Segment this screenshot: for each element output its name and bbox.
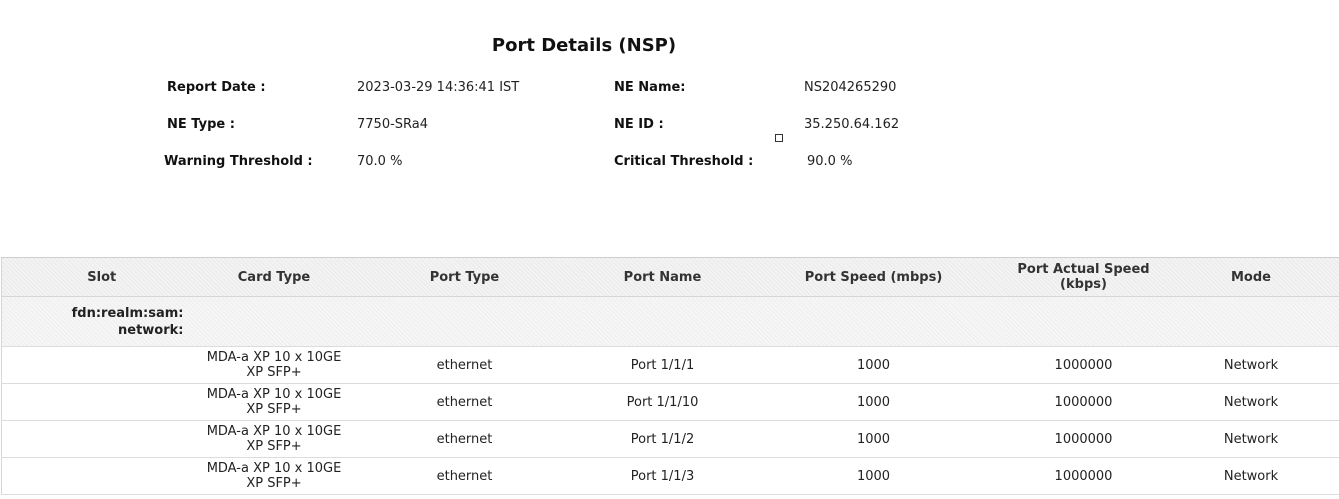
ne-type-label: NE Type :	[167, 117, 235, 132]
ne-name-label: NE Name:	[614, 80, 686, 95]
cell-port-speed: 1000	[742, 457, 1005, 495]
cell-port-speed: 1000	[742, 383, 1005, 421]
cell-mode: Network	[1162, 457, 1339, 495]
cell-port-speed: 1000	[742, 420, 1005, 458]
ne-type-value: 7750-SRa4	[357, 117, 429, 132]
table-row: MDA-a XP 10 x 10GE XP SFP+ ethernet Port…	[1, 346, 1339, 384]
critical-threshold-label: Critical Threshold :	[614, 154, 754, 169]
table-row: MDA-a XP 10 x 10GE XP SFP+ ethernet Port…	[1, 457, 1339, 495]
group-row: fdn:realm:sam: network:	[1, 296, 1339, 347]
ne-name-value: NS204265290	[804, 80, 897, 95]
header-port-name[interactable]: Port Name	[582, 257, 743, 297]
cell-card-type: MDA-a XP 10 x 10GE XP SFP+	[201, 457, 347, 495]
cell-mode: Network	[1162, 383, 1339, 421]
cell-slot	[1, 420, 202, 458]
cell-mode: Network	[1162, 420, 1339, 458]
cell-port-actual-speed: 1000000	[1004, 420, 1163, 458]
header-slot[interactable]: Slot	[1, 257, 202, 297]
cell-port-type: ethernet	[346, 383, 583, 421]
cell-slot	[1, 383, 202, 421]
group-label-line1: fdn:realm:sam:	[71, 305, 184, 321]
table-row: MDA-a XP 10 x 10GE XP SFP+ ethernet Port…	[1, 383, 1339, 421]
cell-port-name: Port 1/1/2	[582, 420, 743, 458]
group-label: fdn:realm:sam: network:	[1, 296, 202, 347]
table-header-row: Slot Card Type Port Type Port Name Port …	[1, 257, 1339, 297]
cell-port-actual-speed: 1000000	[1004, 457, 1163, 495]
ne-id-label: NE ID :	[614, 117, 664, 132]
header-port-speed[interactable]: Port Speed (mbps)	[742, 257, 1005, 297]
report-date-label: Report Date :	[167, 80, 266, 95]
cell-slot	[1, 457, 202, 495]
cell-mode: Network	[1162, 346, 1339, 384]
ne-id-value: 35.250.64.162	[804, 117, 900, 132]
header-port-actual-speed[interactable]: Port Actual Speed (kbps)	[1004, 257, 1163, 297]
header-mode[interactable]: Mode	[1162, 257, 1339, 297]
cell-port-speed: 1000	[742, 346, 1005, 384]
cell-port-type: ethernet	[346, 457, 583, 495]
port-details-table: Slot Card Type Port Type Port Name Port …	[1, 257, 1339, 495]
warning-threshold-label: Warning Threshold :	[164, 154, 313, 169]
cell-card-type: MDA-a XP 10 x 10GE XP SFP+	[201, 383, 347, 421]
cell-port-name: Port 1/1/10	[582, 383, 743, 421]
header-card-type[interactable]: Card Type	[201, 257, 347, 297]
table-row: MDA-a XP 10 x 10GE XP SFP+ ethernet Port…	[1, 420, 1339, 458]
report-title: Port Details (NSP)	[491, 35, 677, 56]
cell-card-type: MDA-a XP 10 x 10GE XP SFP+	[201, 346, 347, 384]
warning-threshold-value: 70.0 %	[357, 154, 403, 169]
cell-port-actual-speed: 1000000	[1004, 346, 1163, 384]
cell-port-type: ethernet	[346, 420, 583, 458]
header-port-type[interactable]: Port Type	[346, 257, 583, 297]
critical-threshold-value: 90.0 %	[807, 154, 853, 169]
report-date-value: 2023-03-29 14:36:41 IST	[357, 80, 520, 95]
cell-port-type: ethernet	[346, 346, 583, 384]
group-label-line2: network:	[118, 322, 184, 338]
selection-handle-icon[interactable]	[775, 134, 783, 142]
cell-port-name: Port 1/1/3	[582, 457, 743, 495]
cell-card-type: MDA-a XP 10 x 10GE XP SFP+	[201, 420, 347, 458]
cell-port-name: Port 1/1/1	[582, 346, 743, 384]
cell-slot	[1, 346, 202, 384]
cell-port-actual-speed: 1000000	[1004, 383, 1163, 421]
